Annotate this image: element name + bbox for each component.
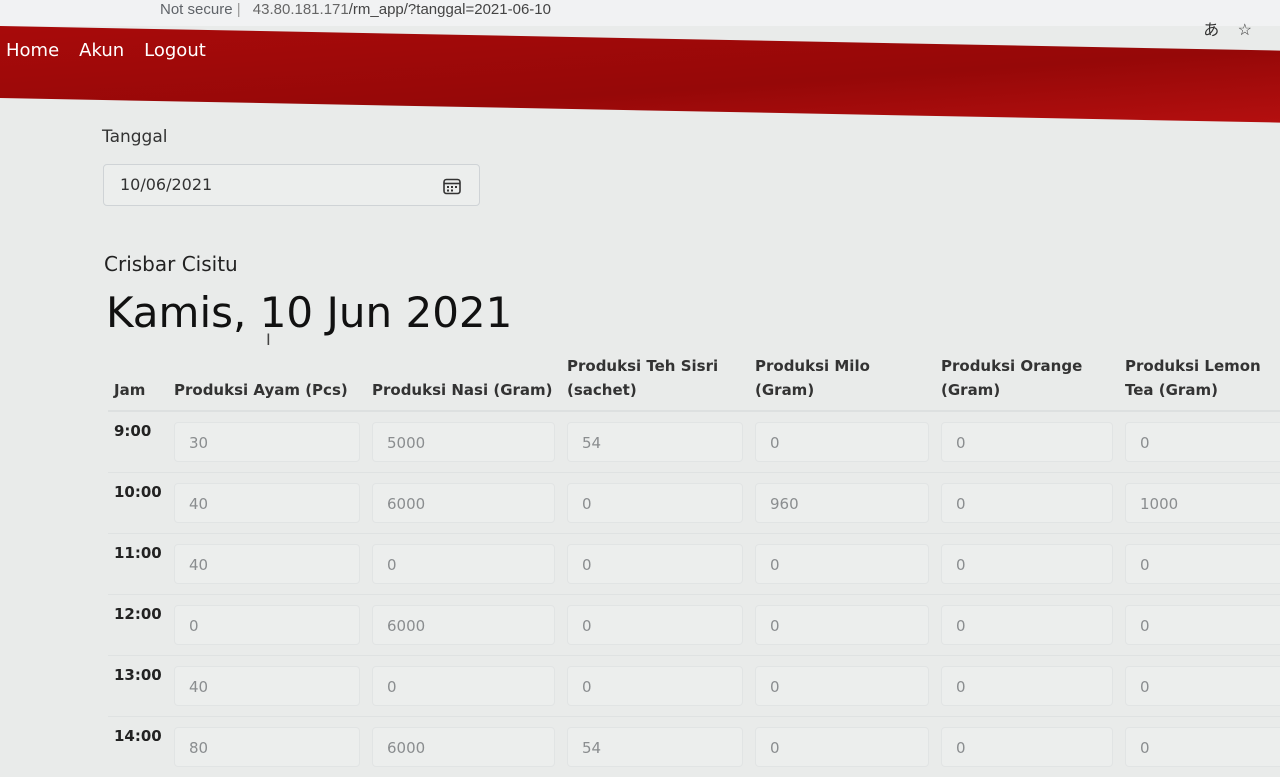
col-header-nasi: Produksi Nasi (Gram) xyxy=(366,348,561,411)
browser-icons: あ ☆ xyxy=(1189,16,1252,40)
lemon-tea-input[interactable]: 0 xyxy=(1125,422,1280,462)
table-row: 13:00 40 0 0 0 0 0 xyxy=(108,656,1280,717)
milo-input[interactable]: 0 xyxy=(755,544,929,584)
ayam-input[interactable]: 30 xyxy=(174,422,360,462)
teh-sisri-input[interactable]: 0 xyxy=(567,483,743,523)
milo-input[interactable]: 960 xyxy=(755,483,929,523)
ayam-input[interactable]: 40 xyxy=(174,544,360,584)
nasi-input[interactable]: 6000 xyxy=(372,483,555,523)
url-display[interactable]: Not secure | 43.80.181.171/rm_app/?tangg… xyxy=(160,1,551,18)
ayam-input[interactable]: 80 xyxy=(174,727,360,767)
teh-sisri-input[interactable]: 54 xyxy=(567,422,743,462)
nav-home-link[interactable]: Home xyxy=(6,40,59,61)
col-header-teh-sisri: Produksi Teh Sisri (sachet) xyxy=(561,348,749,411)
orange-input[interactable]: 0 xyxy=(941,422,1113,462)
lemon-tea-input[interactable]: 0 xyxy=(1125,727,1280,767)
milo-input[interactable]: 0 xyxy=(755,727,929,767)
orange-input[interactable]: 0 xyxy=(941,666,1113,706)
jam-cell: 14:00 xyxy=(108,717,168,777)
bookmark-star-icon[interactable]: ☆ xyxy=(1238,22,1252,39)
col-header-jam: Jam xyxy=(108,348,168,411)
url-path: /rm_app/?tanggal=2021-06-10 xyxy=(349,1,551,18)
jam-cell: 11:00 xyxy=(108,534,168,595)
orange-input[interactable]: 0 xyxy=(941,483,1113,523)
security-indicator[interactable]: Not secure xyxy=(160,1,233,18)
nasi-input[interactable]: 6000 xyxy=(372,605,555,645)
teh-sisri-input[interactable]: 0 xyxy=(567,666,743,706)
table-row: 12:00 0 6000 0 0 0 0 xyxy=(108,595,1280,656)
url-host: 43.80.181.171 xyxy=(253,1,349,18)
lemon-tea-input[interactable]: 1000 xyxy=(1125,483,1280,523)
date-field[interactable] xyxy=(103,164,480,206)
milo-input[interactable]: 0 xyxy=(755,605,929,645)
nav-logout-link[interactable]: Logout xyxy=(144,40,206,61)
teh-sisri-input[interactable]: 0 xyxy=(567,544,743,584)
ayam-input[interactable]: 40 xyxy=(174,483,360,523)
teh-sisri-input[interactable]: 0 xyxy=(567,605,743,645)
orange-input[interactable]: 0 xyxy=(941,727,1113,767)
orange-input[interactable]: 0 xyxy=(941,605,1113,645)
jam-cell: 12:00 xyxy=(108,595,168,656)
url-separator: | xyxy=(237,1,245,18)
lemon-tea-input[interactable]: 0 xyxy=(1125,666,1280,706)
table-row: 10:00 40 6000 0 960 0 1000 xyxy=(108,473,1280,534)
lemon-tea-input[interactable]: 0 xyxy=(1125,605,1280,645)
production-table: Jam Produksi Ayam (Pcs) Produksi Nasi (G… xyxy=(108,348,1280,777)
calendar-icon[interactable] xyxy=(443,177,461,195)
text-cursor-icon: I xyxy=(266,330,271,349)
milo-input[interactable]: 0 xyxy=(755,666,929,706)
nasi-input[interactable]: 0 xyxy=(372,544,555,584)
milo-input[interactable]: 0 xyxy=(755,422,929,462)
nav-menu: Home Akun Logout xyxy=(6,40,206,61)
table-row: 11:00 40 0 0 0 0 0 xyxy=(108,534,1280,595)
col-header-lemon-tea: Produksi Lemon Tea (Gram) xyxy=(1119,348,1280,411)
table-header-row: Jam Produksi Ayam (Pcs) Produksi Nasi (G… xyxy=(108,348,1280,411)
page-title: Kamis, 10 Jun 2021 xyxy=(106,288,512,337)
table-row: 14:00 80 6000 54 0 0 0 xyxy=(108,717,1280,777)
orange-input[interactable]: 0 xyxy=(941,544,1113,584)
date-input[interactable] xyxy=(118,174,422,195)
teh-sisri-input[interactable]: 54 xyxy=(567,727,743,767)
date-label: Tanggal xyxy=(102,127,168,147)
col-header-milo: Produksi Milo (Gram) xyxy=(749,348,935,411)
col-header-orange: Produksi Orange (Gram) xyxy=(935,348,1119,411)
ayam-input[interactable]: 0 xyxy=(174,605,360,645)
translate-icon[interactable]: あ xyxy=(1203,22,1219,39)
lemon-tea-input[interactable]: 0 xyxy=(1125,544,1280,584)
browser-address-bar[interactable]: Not secure | 43.80.181.171/rm_app/?tangg… xyxy=(0,0,1280,26)
jam-cell: 10:00 xyxy=(108,473,168,534)
col-header-ayam: Produksi Ayam (Pcs) xyxy=(168,348,366,411)
nasi-input[interactable]: 6000 xyxy=(372,727,555,767)
ayam-input[interactable]: 40 xyxy=(174,666,360,706)
nasi-input[interactable]: 5000 xyxy=(372,422,555,462)
nav-akun-link[interactable]: Akun xyxy=(79,40,124,61)
store-name: Crisbar Cisitu xyxy=(104,252,238,276)
nasi-input[interactable]: 0 xyxy=(372,666,555,706)
table-row: 9:00 30 5000 54 0 0 0 xyxy=(108,411,1280,473)
jam-cell: 9:00 xyxy=(108,411,168,473)
jam-cell: 13:00 xyxy=(108,656,168,717)
